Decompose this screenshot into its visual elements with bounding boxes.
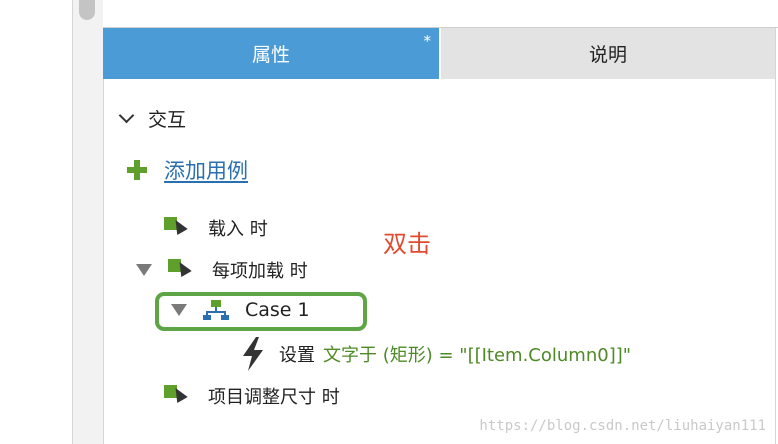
event-label: 每项加载 时 [212,261,308,282]
inspector-tabs: 属性 * 说明 [103,28,775,79]
case-tree-icon [203,300,229,320]
event-on-load[interactable]: 载入 时 [164,215,268,241]
action-row[interactable]: 设置 文字于 (矩形) = "[[Item.Column0]]" [239,337,631,371]
event-cursor-icon [168,258,192,281]
event-on-item-resize[interactable]: 项目调整尺寸 时 [164,383,340,409]
tab-properties[interactable]: 属性 * [103,28,439,79]
scrollbar-thumb[interactable] [79,0,95,20]
lightning-icon [243,337,263,371]
case-label: Case 1 [245,299,310,321]
tab-properties-label: 属性 [251,44,290,66]
tab-notes-label: 说明 [588,44,627,66]
tab-dirty-marker: * [423,32,432,50]
add-case-link[interactable]: 添加用例 [164,155,248,185]
action-verb: 设置 [279,345,315,366]
case-row[interactable]: Case 1 [171,299,310,321]
watermark: https://blog.csdn.net/liuhaiyan111 [479,418,766,434]
plus-icon[interactable] [127,160,147,180]
event-cursor-icon [164,384,188,407]
left-gutter [0,0,72,444]
interactions-panel: 交互 添加用例 载入 时 每项加载 时 Case 1 设置 文字于 (矩形) =… [103,79,775,444]
left-panel-edge [72,0,104,444]
event-label: 项目调整尺寸 时 [208,387,340,408]
event-on-item-load[interactable]: 每项加载 时 [136,257,308,283]
action-detail: 文字于 (矩形) = "[[Item.Column0]]" [323,345,632,366]
triangle-down-icon[interactable] [136,264,152,276]
interactions-section-header[interactable]: 交互 [118,105,187,132]
top-panel-strip [103,0,778,28]
event-label: 载入 时 [208,219,268,240]
section-title: 交互 [148,109,187,131]
triangle-down-icon[interactable] [171,304,187,316]
event-cursor-icon [164,216,188,239]
chevron-down-icon[interactable] [118,107,135,124]
double-click-annotation: 双击 [383,230,431,258]
add-case-row[interactable]: 添加用例 [127,155,248,185]
tab-notes[interactable]: 说明 [439,28,775,79]
